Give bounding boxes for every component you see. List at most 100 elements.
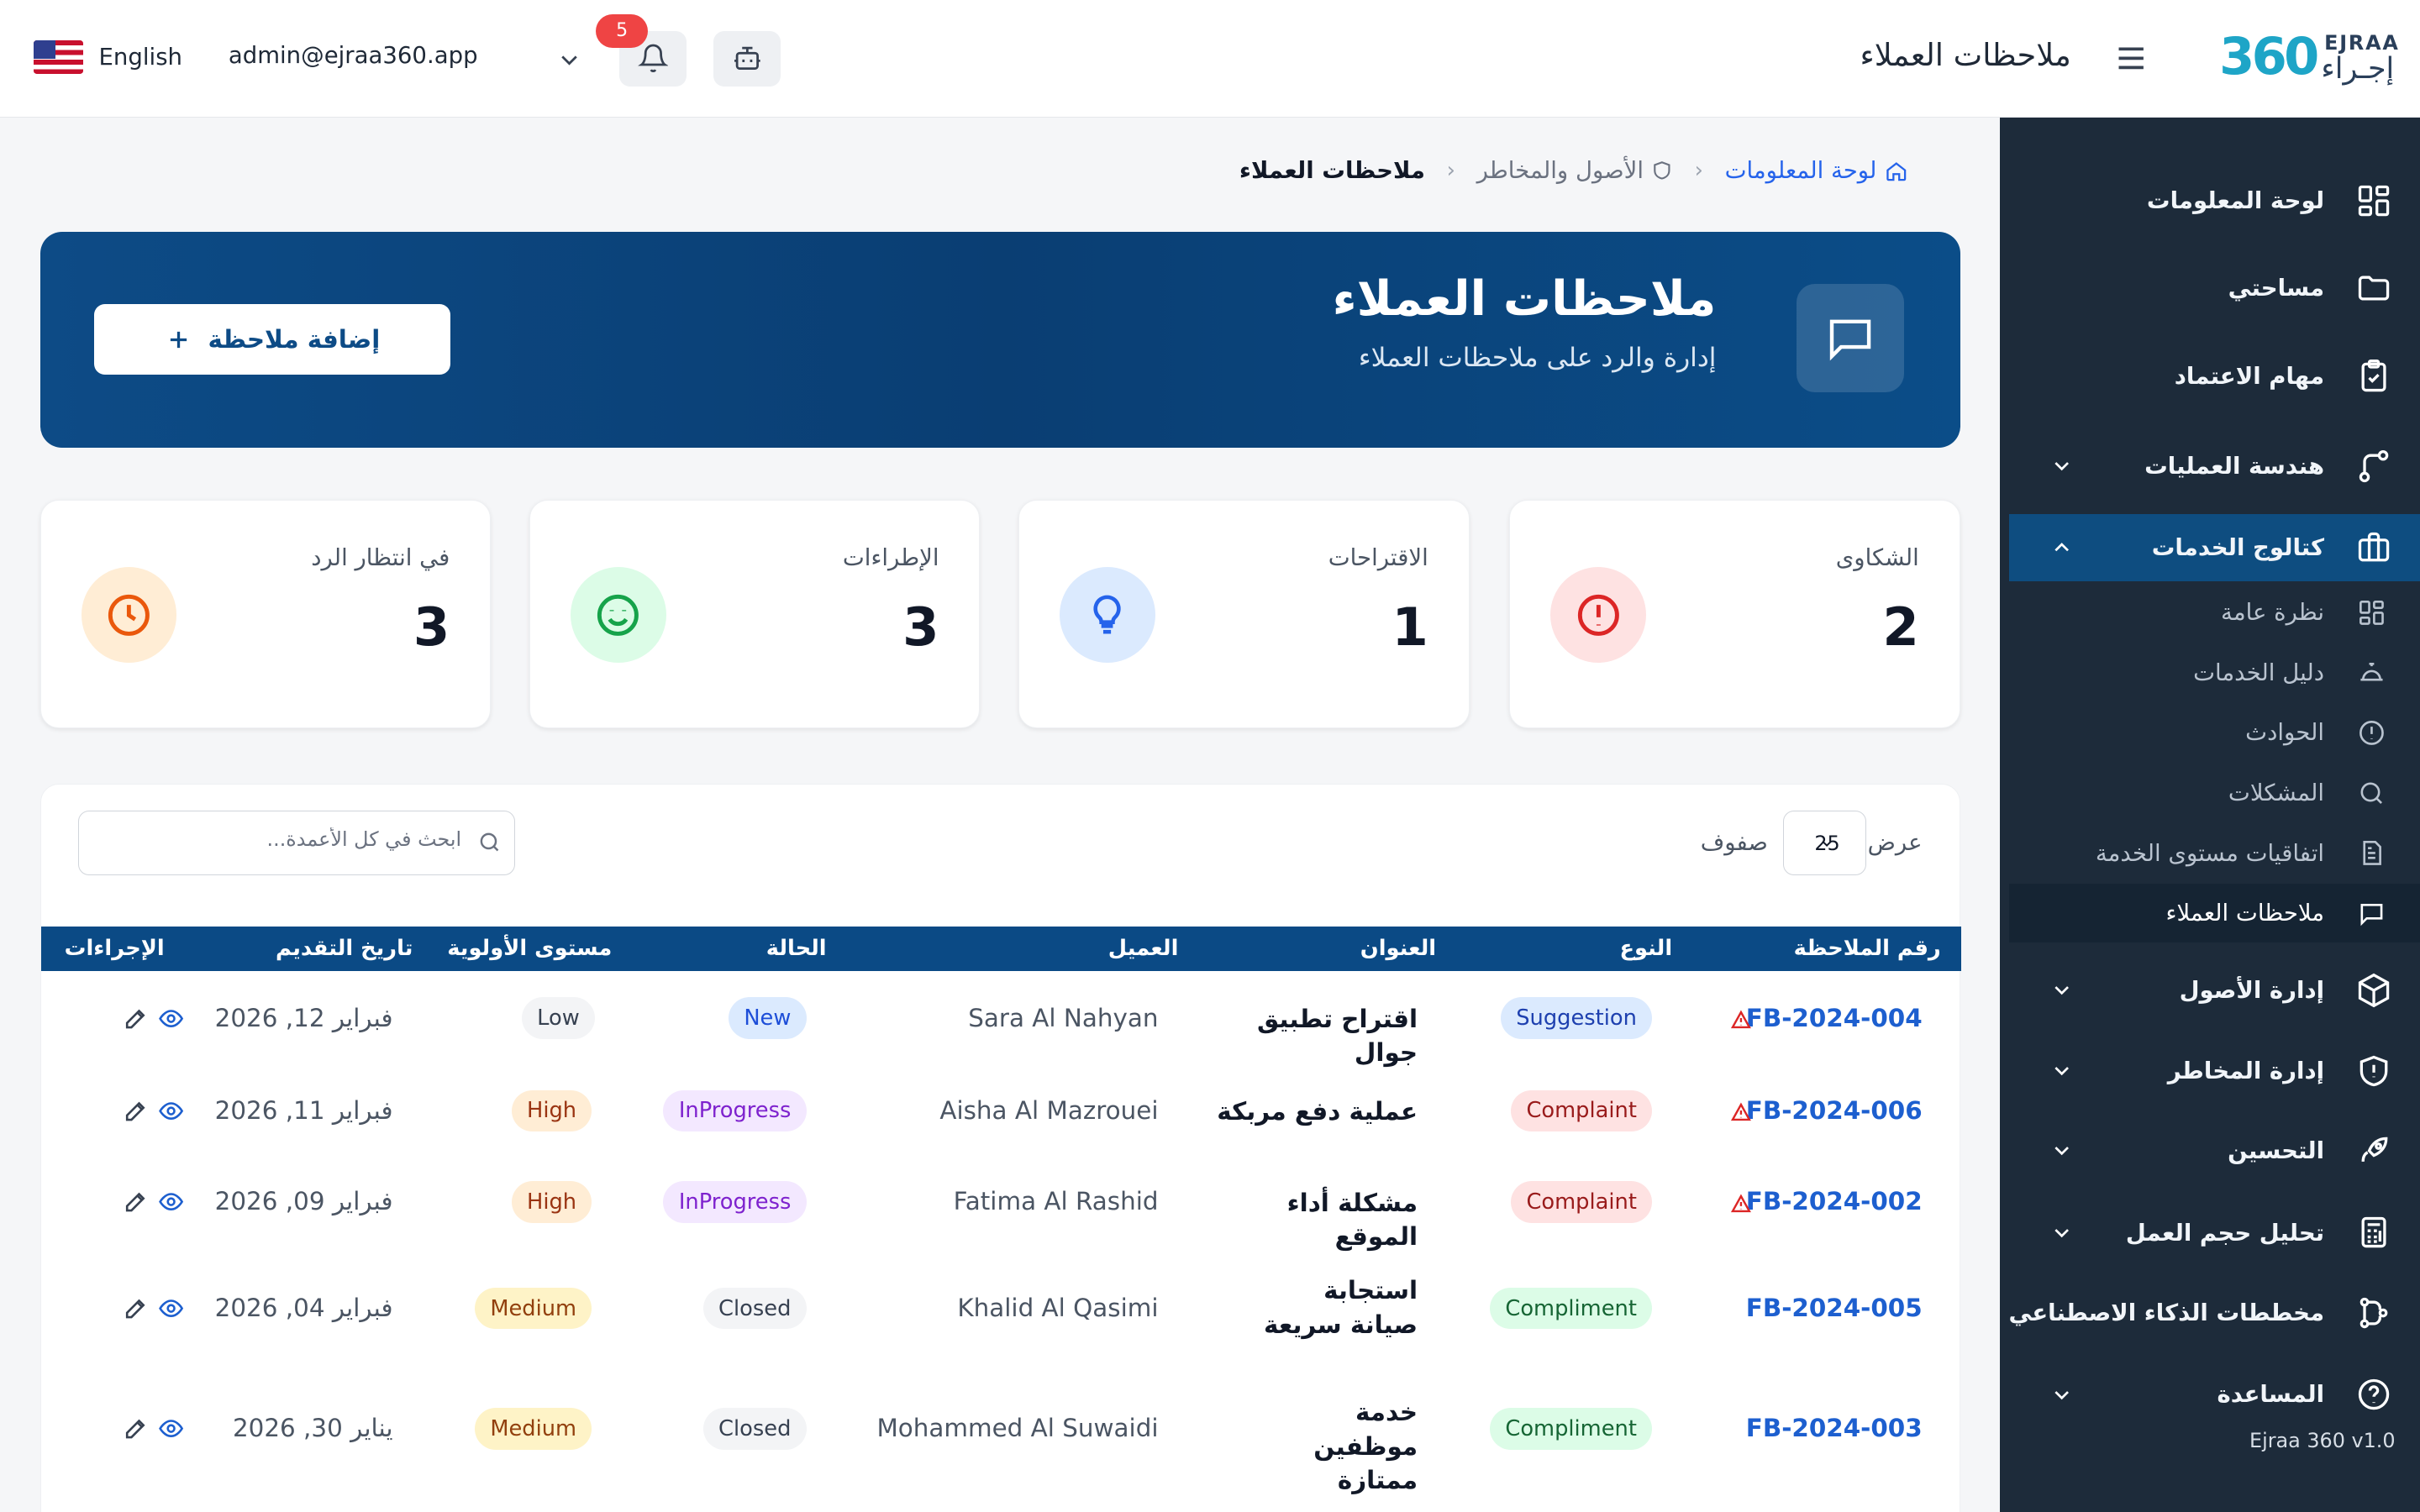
type-badge: Complaint	[1511, 1181, 1653, 1223]
sidebar-item-risk-management[interactable]: إدارة المخاطر	[2009, 1037, 2420, 1105]
chevron-down-icon	[1822, 840, 1832, 847]
type-badge: Complaint	[1511, 1089, 1653, 1132]
type-badge: Compliment	[1490, 1408, 1653, 1450]
column-header[interactable]: العميل	[1108, 936, 1179, 961]
sidebar-item-asset-management[interactable]: إدارة الأصول	[2009, 957, 2420, 1025]
column-header[interactable]: الإجراءات	[65, 936, 165, 961]
edit-icon[interactable]	[123, 1189, 149, 1215]
shield-icon	[1654, 161, 1670, 181]
edit-icon[interactable]	[123, 1098, 149, 1124]
ai-assistant-button[interactable]	[713, 30, 781, 87]
feedback-title: خدمة موظفين ممتازة	[1313, 1398, 1418, 1495]
sidebar-subitem-overview[interactable]: نظرة عامة	[2009, 583, 2420, 642]
sidebar-item-label: مساحتي	[2228, 275, 2325, 302]
sidebar: لوحة المعلومات مساحتي مهام الاعتماد هندس…	[2000, 117, 2420, 1512]
chevron-down-icon	[2054, 1228, 2070, 1238]
language-switcher[interactable]: English	[34, 39, 182, 75]
chevron-down-icon	[2054, 1390, 2070, 1399]
breadcrumb-home[interactable]: لوحة المعلومات	[1725, 157, 1908, 184]
table-row[interactable]: FB-2024-005 Compliment استجابة صيانة سري…	[41, 1247, 1961, 1371]
sidebar-subitem-label: نظرة عامة	[2221, 599, 2325, 627]
sidebar-item-workload-analysis[interactable]: تحليل حجم العمل	[2009, 1199, 2420, 1267]
sidebar-item-my-space[interactable]: مساحتي	[2009, 255, 2420, 323]
rows-label: صفوف	[1700, 829, 1768, 857]
feedback-title: عملية دفع مربكة	[1217, 1097, 1418, 1126]
sidebar-item-label: التحسين	[2228, 1137, 2325, 1165]
user-email[interactable]: admin@ejraa360.app	[229, 42, 478, 69]
client-name: Khalid Al Qasimi	[957, 1294, 1159, 1323]
column-header[interactable]: الحالة	[766, 936, 827, 961]
warning-triangle-icon	[1730, 1194, 1751, 1212]
edit-icon[interactable]	[123, 1295, 149, 1321]
folder-icon	[2358, 276, 2390, 301]
us-flag-icon	[34, 39, 84, 75]
sidebar-item-label: إدارة المخاطر	[2167, 1057, 2325, 1084]
search-input[interactable]	[106, 827, 462, 851]
box-icon	[2358, 973, 2390, 1008]
column-header[interactable]: تاريخ التقديم	[276, 936, 413, 961]
edit-icon[interactable]	[123, 1005, 149, 1032]
feedback-id-link[interactable]: FB-2024-003	[1746, 1414, 1923, 1442]
stat-card-complaints: الشكاوى 2	[1509, 500, 1960, 728]
column-header[interactable]: رقم الملاحظة	[1794, 936, 1941, 961]
workflow-icon	[2359, 449, 2389, 482]
column-header[interactable]: العنوان	[1360, 936, 1436, 961]
sidebar-item-improvement[interactable]: التحسين	[2009, 1117, 2420, 1185]
client-name: Fatima Al Rashid	[953, 1187, 1159, 1216]
view-icon[interactable]	[158, 1189, 184, 1215]
priority-badge: High	[511, 1181, 592, 1223]
table-header: رقم الملاحظة النوع العنوان العميل الحالة…	[40, 927, 1961, 972]
sidebar-item-ai-diagrams[interactable]: مخططات الذكاء الاصطناعي	[2008, 1279, 2420, 1347]
breadcrumb-separator: ‹	[1694, 158, 1703, 184]
table-row[interactable]: FB-2024-006 Complaint عملية دفع مربكة Ai…	[41, 1065, 1961, 1158]
sidebar-item-approval-tasks[interactable]: مهام الاعتماد	[2009, 343, 2420, 411]
sidebar-subitem-problems[interactable]: المشكلات	[2009, 764, 2420, 822]
sidebar-subitem-service-guide[interactable]: دليل الخدمات	[2009, 643, 2420, 702]
table-row[interactable]: FB-2024-003 Compliment خدمة موظفين ممتاز…	[41, 1371, 1961, 1494]
stat-value: 3	[902, 596, 939, 658]
feedback-id-link[interactable]: FB-2024-004	[1746, 1004, 1923, 1032]
column-header[interactable]: مستوى الأولوية	[447, 936, 612, 961]
table-row[interactable]: FB-2024-002 Complaint مشكلة أداء الموقع …	[41, 1157, 1961, 1251]
type-badge: Suggestion	[1500, 997, 1653, 1040]
dashboard-icon	[2358, 185, 2390, 216]
view-icon[interactable]	[158, 1005, 184, 1032]
stat-label: في انتظار الرد	[311, 543, 450, 571]
sidebar-item-service-catalog[interactable]: كتالوج الخدمات	[2009, 513, 2420, 582]
ejraa-logo[interactable]: 360 EJRAA إجـراء	[2217, 28, 2402, 89]
sidebar-subitem-customer-feedback[interactable]: ملاحظات العملاء	[2009, 884, 2420, 943]
smile-icon	[570, 567, 666, 663]
top-header: English admin@ejraa360.app 5 ملاحظات الع…	[0, 0, 2420, 118]
table-row[interactable]: FB-2024-004 Suggestion اقتراح تطبيق جوال…	[41, 973, 1961, 1067]
view-icon[interactable]	[158, 1098, 184, 1124]
menu-icon[interactable]	[2114, 43, 2148, 74]
status-badge: InProgress	[663, 1181, 807, 1223]
view-icon[interactable]	[158, 1415, 184, 1441]
feedback-id-link[interactable]: FB-2024-005	[1746, 1294, 1923, 1322]
warning-triangle-icon	[1730, 1010, 1751, 1029]
page-subtitle: إدارة والرد على ملاحظات العملاء	[1358, 342, 1717, 373]
breadcrumb-assets-risks[interactable]: الأصول والمخاطر	[1477, 157, 1673, 184]
add-feedback-button[interactable]: إضافة ملاحظة	[94, 303, 451, 375]
shield-icon	[2360, 1055, 2388, 1086]
plus-icon	[170, 331, 187, 348]
sidebar-item-process-engineering[interactable]: هندسة العمليات	[2009, 432, 2420, 500]
column-header[interactable]: النوع	[1620, 936, 1673, 961]
sidebar-item-dashboard[interactable]: لوحة المعلومات	[2009, 166, 2420, 234]
sidebar-subitem-label: اتفاقيات مستوى الخدمة	[2095, 839, 2325, 867]
table-search[interactable]	[77, 811, 515, 876]
view-icon[interactable]	[158, 1295, 184, 1321]
feedback-id-link[interactable]: FB-2024-006	[1746, 1096, 1923, 1125]
bot-icon	[734, 47, 760, 71]
sidebar-subitem-sla[interactable]: اتفاقيات مستوى الخدمة	[2009, 824, 2420, 883]
edit-icon[interactable]	[123, 1415, 149, 1441]
ai-diagram-icon	[2360, 1297, 2388, 1329]
sidebar-subitem-incidents[interactable]: الحوادث	[2009, 704, 2420, 763]
feedback-id-link[interactable]: FB-2024-002	[1746, 1187, 1923, 1215]
warning-triangle-icon	[1730, 1102, 1751, 1121]
message-icon	[2360, 903, 2383, 927]
stat-card-suggestions: الاقتراحات 1	[1018, 500, 1470, 728]
rows-per-page-select[interactable]: 25	[1783, 811, 1867, 876]
sidebar-item-help[interactable]: المساعدة	[2009, 1361, 2420, 1429]
chevron-down-icon[interactable]	[555, 46, 583, 74]
